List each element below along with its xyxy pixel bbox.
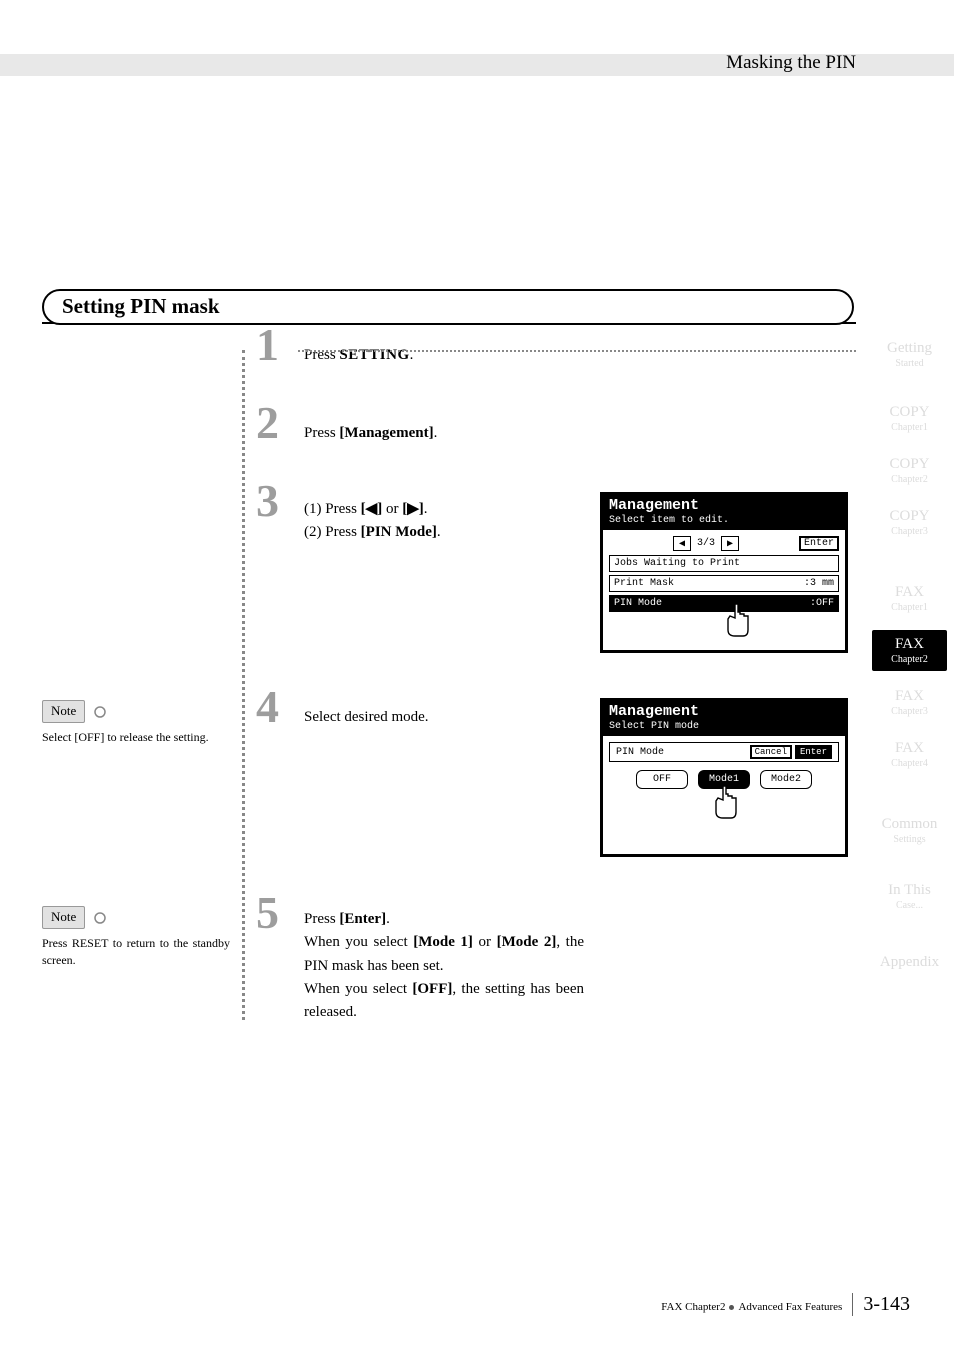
lcd-title: Management [603,495,845,515]
sidebar-label: Common [872,816,947,833]
note-block: Note Press RESET to return to the standb… [42,906,230,970]
page-footer: FAX Chapter2Advanced Fax Features 3-143 [661,1293,910,1316]
lcd-screen-management: Management Select item to edit. ◀ 3/3 ▶ … [600,492,848,653]
cancel-button[interactable]: Cancel [750,745,792,759]
step-number: 5 [256,886,279,939]
step-number: 3 [256,474,279,527]
lcd-subtitle: Select item to edit. [603,515,845,530]
sidebar-sublabel: Chapter2 [872,474,947,485]
sidebar-item[interactable]: FAXChapter3 [872,682,947,723]
sidebar-sublabel: Settings [872,834,947,845]
sidebar-item[interactable]: FAXChapter2 [872,630,947,671]
sidebar-sublabel: Chapter3 [872,526,947,537]
step-text: Select desired mode. [304,698,594,729]
sidebar-label: COPY [872,456,947,473]
lcd-screen-pinmode: Management Select PIN mode PIN Mode Canc… [600,698,848,857]
enter-button[interactable]: Enter [799,536,839,551]
step-text: Press [Management]. [304,414,594,445]
section-banner: Setting PIN mask [42,289,854,325]
step-number: 1 [256,318,279,371]
sidebar-label: FAX [872,636,947,653]
arrow-right-button[interactable]: ▶ [721,536,739,551]
sidebar-sublabel: Chapter1 [872,422,947,433]
lcd-menu-item[interactable]: Jobs Waiting to Print [609,555,839,572]
sidebar-sublabel: Chapter4 [872,758,947,769]
pointing-hand-icon [721,602,753,638]
mode-option[interactable]: Mode2 [760,770,812,789]
enter-button[interactable]: Enter [795,745,832,759]
lcd-menu-item[interactable]: Print Mask:3 mm [609,575,839,592]
sidebar-item[interactable]: FAXChapter1 [872,578,947,619]
sidebar-label: COPY [872,404,947,421]
sidebar-label: Getting [872,340,947,357]
sidebar-label: FAX [872,688,947,705]
sidebar-item[interactable]: FAXChapter4 [872,734,947,775]
page-number: 3-143 [852,1293,910,1316]
note-tag: Note [42,906,85,929]
page-indicator: 3/3 [697,538,715,549]
sidebar-item[interactable]: COPYChapter2 [872,450,947,491]
step-text: (1) Press [◀] or [▶]. (2) Press [PIN Mod… [304,492,594,545]
step-number: 4 [256,680,279,733]
pointing-hand-icon [709,784,741,820]
sidebar-label: COPY [872,508,947,525]
page-header: Masking the PIN [726,52,856,74]
arrow-left-button[interactable]: ◀ [673,536,691,551]
sidebar-sublabel: Chapter1 [872,602,947,613]
sidebar-item[interactable]: GettingStarted [872,334,947,375]
sidebar-sublabel: Chapter3 [872,706,947,717]
sidebar-item[interactable]: COPYChapter3 [872,502,947,543]
note-block: Note Select [OFF] to release the setting… [42,700,230,746]
sidebar-sublabel: Started [872,358,947,369]
sidebar-item[interactable]: COPYChapter1 [872,398,947,439]
sidebar-sublabel: Chapter2 [872,654,947,665]
pin-mode-label: PIN Mode [616,747,664,758]
sidebar-label: FAX [872,740,947,757]
sidebar-label: FAX [872,584,947,601]
step-number: 2 [256,396,279,449]
sidebar-tabs: GettingStartedCOPYChapter1COPYChapter2CO… [872,334,947,977]
sidebar-item[interactable]: In ThisCase... [872,876,947,917]
sidebar-label: Appendix [872,954,947,971]
lcd-subtitle: Select PIN mode [603,721,845,736]
note-tag: Note [42,700,85,723]
sidebar-label: In This [872,882,947,899]
dotted-horizontal [298,350,856,352]
mode-option[interactable]: OFF [636,770,688,789]
sidebar-item[interactable]: CommonSettings [872,810,947,851]
section-title: Setting PIN mask [62,294,220,319]
step-text: Press [Enter]. When you select [Mode 1] … [304,904,584,1024]
sidebar-sublabel: Case... [872,900,947,911]
lcd-title: Management [603,701,845,721]
sidebar-item[interactable]: Appendix [872,948,947,977]
